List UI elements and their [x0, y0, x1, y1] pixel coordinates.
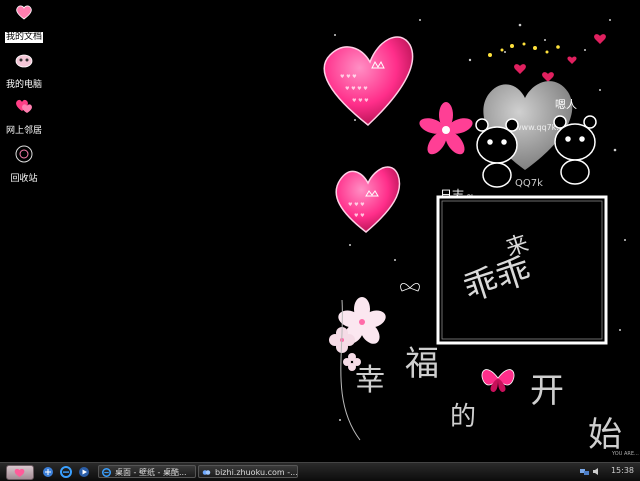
- glitter-text-3: 的: [450, 402, 476, 432]
- wallpaper: ♥ ♥ ♥♥ ♥ ♥ ♥♥ ♥ ♥ ♥ ♥ ♥♥ ♥ www.qq7k.com …: [323, 19, 639, 457]
- svg-text:♥ ♥ ♥: ♥ ♥ ♥: [348, 202, 365, 208]
- desktop-icon-my-documents[interactable]: 我的文档: [2, 2, 46, 43]
- taskbar-item-label: bizhi.zhuoku.com -...: [215, 468, 298, 477]
- glitter-text-4: 开: [530, 371, 564, 411]
- svg-text:YOU ARE...: YOU ARE...: [611, 451, 639, 457]
- media-icon[interactable]: [78, 466, 90, 478]
- panda-bear-right: [553, 115, 597, 185]
- butterfly: [481, 369, 515, 392]
- desktop-icon-label: 我的文档: [4, 32, 43, 43]
- svg-text:♥ ♥ ♥: ♥ ♥ ♥: [340, 74, 357, 80]
- network-tray-icon[interactable]: [580, 467, 589, 476]
- svg-text:♥ ♥: ♥ ♥: [354, 213, 365, 219]
- desktop-icon-label: 网上邻居: [5, 126, 42, 136]
- taskbar-item-wallpaper[interactable]: 桌面 - 壁纸 - 桌酷...: [98, 465, 196, 478]
- desktop-icon-recycle-bin[interactable]: 回收站: [2, 144, 46, 185]
- desktop-icon-my-computer[interactable]: 我的电脑: [2, 50, 46, 91]
- yellow-sparkles: [488, 42, 560, 57]
- glitter-text-2: 福: [405, 344, 439, 384]
- volume-icon[interactable]: [592, 467, 601, 476]
- system-tray: 15:38: [578, 463, 640, 481]
- desktop-icon-network[interactable]: 网上邻居: [2, 96, 46, 137]
- desktop-icon-label: 回收站: [10, 174, 38, 184]
- taskbar-item-label: 桌面 - 壁纸 - 桌酷...: [115, 468, 187, 477]
- network-icon: [202, 470, 211, 475]
- ie-icon: [102, 468, 111, 477]
- network-icon: [16, 99, 32, 113]
- svg-text:♥ ♥ ♥: ♥ ♥ ♥: [352, 98, 369, 104]
- small-hearts: [514, 34, 606, 82]
- pink-flower: [419, 102, 473, 155]
- svg-text:QQ7k: QQ7k: [515, 178, 543, 189]
- taskbar: 桌面 - 壁纸 - 桌酷... bizhi.zhuoku.com -... 15…: [0, 462, 640, 481]
- clock[interactable]: 15:38: [611, 466, 634, 475]
- svg-text:嗯人: 嗯人: [555, 98, 577, 111]
- heart-icon: [14, 468, 25, 477]
- heart-folder-icon: [16, 5, 32, 20]
- pink-heart-large: [323, 36, 414, 126]
- desktop-icon-label: 我的电脑: [5, 80, 42, 90]
- panda-bear-left: [475, 118, 519, 188]
- start-button[interactable]: [6, 465, 34, 480]
- ie-icon[interactable]: [60, 466, 72, 478]
- desktop[interactable]: ♥ ♥ ♥ ♥ ♥ ♥ ♥ ♥ ♥ ♥ ♥ ♥ ♥ ♥ ♥ www.qq7k.com …: [0, 0, 640, 462]
- pink-heart-small: [335, 166, 401, 233]
- recycle-bin-icon: [15, 145, 33, 163]
- show-desktop-icon[interactable]: [42, 466, 54, 478]
- glitter-text-5: 始: [588, 415, 622, 455]
- taskbar-item-bizhi[interactable]: bizhi.zhuoku.com -...: [198, 465, 298, 478]
- computer-icon: [15, 54, 33, 68]
- butterfly-outline: [400, 283, 420, 292]
- glitter-text-1: 幸: [355, 363, 385, 398]
- svg-text:♥ ♥ ♥ ♥: ♥ ♥ ♥ ♥: [345, 86, 368, 92]
